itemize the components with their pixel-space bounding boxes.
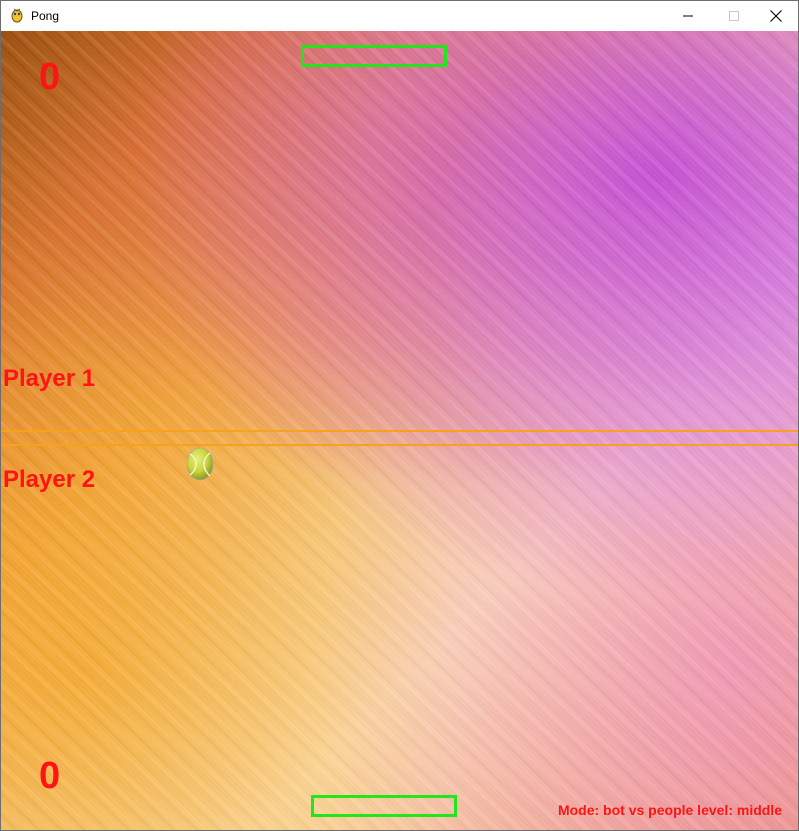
minimize-icon <box>683 15 693 17</box>
mode-level-status: Mode: bot vs people level: middle <box>557 802 782 818</box>
player1-score: 0 <box>39 56 61 98</box>
close-icon <box>770 10 782 22</box>
minimize-button[interactable] <box>665 1 711 31</box>
pygame-snake-icon <box>11 8 23 23</box>
player2-score: 0 <box>39 755 61 797</box>
game-canvas[interactable]: 0 Player 1 Player 2 0 Mode: bot vs peopl… <box>1 31 798 830</box>
title-bar[interactable]: Pong <box>1 1 798 31</box>
center-line-upper <box>1 430 798 432</box>
tennis-ball-icon <box>186 447 214 481</box>
maximize-icon <box>729 11 739 21</box>
window-title: Pong <box>31 9 60 23</box>
maximize-button[interactable] <box>711 1 757 31</box>
player2-label: Player 2 <box>3 466 96 493</box>
top-paddle <box>301 45 447 67</box>
close-button[interactable] <box>753 1 799 31</box>
bottom-paddle <box>311 795 457 817</box>
player1-label: Player 1 <box>3 365 96 392</box>
center-line-lower <box>1 444 798 446</box>
game-window: Pong 0 Player 1 Player 2 0 Mode: bot vs … <box>0 0 799 831</box>
